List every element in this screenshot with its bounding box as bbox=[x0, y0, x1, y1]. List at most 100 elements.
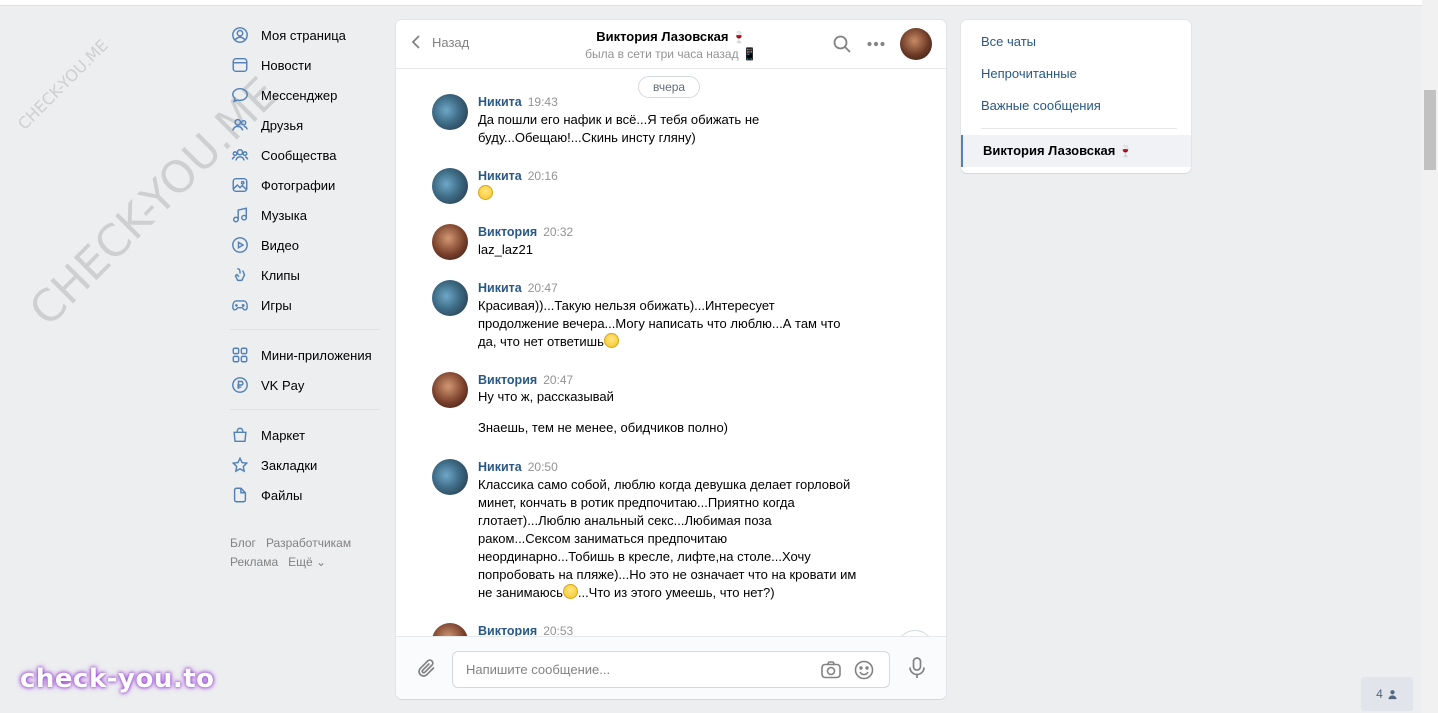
footer-link-blog[interactable]: Блог bbox=[230, 536, 256, 550]
nav-item-messenger[interactable]: Мессенджер bbox=[230, 80, 380, 110]
scrollbar-thumb[interactable] bbox=[1424, 90, 1436, 170]
page-scrollbar[interactable] bbox=[1422, 0, 1438, 713]
nav-item-games[interactable]: Игры bbox=[230, 290, 380, 320]
music-note-icon bbox=[230, 205, 250, 225]
nav-item-news[interactable]: Новости bbox=[230, 50, 380, 80]
smile-icon[interactable] bbox=[853, 659, 875, 681]
nav-item-bookmarks[interactable]: Закладки bbox=[230, 450, 380, 480]
message-author[interactable]: Виктория bbox=[478, 624, 537, 636]
message: Никита 19:43 Да пошли его нафик и всё...Я… bbox=[432, 94, 872, 147]
nav-item-my-page[interactable]: Моя страница bbox=[230, 20, 380, 50]
nav-item-mini-apps[interactable]: Мини-приложения bbox=[230, 340, 380, 370]
filter-all-chats[interactable]: Все чаты bbox=[961, 26, 1191, 58]
message-input[interactable] bbox=[453, 652, 793, 687]
message-text: laz_laz21 bbox=[478, 242, 533, 257]
nav-label: Клипы bbox=[261, 267, 300, 283]
nav-item-files[interactable]: Файлы bbox=[230, 480, 380, 510]
filters-separator bbox=[981, 128, 1177, 129]
message-time[interactable]: 20:16 bbox=[528, 169, 558, 183]
nav-item-vkpay[interactable]: VK Pay bbox=[230, 370, 380, 400]
footer-link-dev[interactable]: Разработчикам bbox=[266, 536, 351, 550]
avatar[interactable] bbox=[432, 168, 468, 204]
nav-separator bbox=[230, 409, 380, 410]
filter-unread[interactable]: Непрочитанные bbox=[961, 58, 1191, 90]
nav-item-market[interactable]: Маркет bbox=[230, 420, 380, 450]
message-history[interactable]: вчера Никита 19:43 Да пошли его нафик и в… bbox=[396, 69, 946, 636]
voice-message-button[interactable] bbox=[906, 656, 928, 683]
online-count: 4 bbox=[1376, 687, 1383, 701]
message-author[interactable]: Никита bbox=[478, 169, 522, 183]
clips-icon bbox=[230, 265, 250, 285]
avatar[interactable] bbox=[432, 459, 468, 495]
nav-label: Маркет bbox=[261, 427, 306, 443]
message-composer bbox=[396, 636, 946, 699]
filter-important[interactable]: Важные сообщения bbox=[961, 90, 1191, 122]
message-author[interactable]: Никита bbox=[478, 95, 522, 109]
wine-glass-icon: 🍷 bbox=[732, 32, 746, 44]
message-time[interactable]: 20:50 bbox=[528, 460, 558, 474]
nav-item-photos[interactable]: Фотографии bbox=[230, 170, 380, 200]
user-circle-icon bbox=[230, 25, 250, 45]
friends-icon bbox=[230, 115, 250, 135]
message-time[interactable]: 20:32 bbox=[543, 225, 573, 239]
nav-label: Друзья bbox=[261, 117, 304, 133]
smile-emoji-icon bbox=[562, 584, 578, 599]
nav-separator bbox=[230, 329, 380, 330]
chat-bubble-icon bbox=[230, 85, 250, 105]
footer-links: Блог Разработчикам Реклама Ещё ⌄ bbox=[230, 534, 380, 572]
chat-header: Назад Виктория Лазовская 🍷 была в сети т… bbox=[396, 20, 946, 69]
footer-link-ads[interactable]: Реклама bbox=[230, 555, 278, 569]
avatar[interactable] bbox=[432, 94, 468, 130]
online-friends-badge[interactable]: 4 bbox=[1361, 677, 1413, 711]
nav-label: Фотографии bbox=[261, 177, 336, 193]
nav-item-clips[interactable]: Клипы bbox=[230, 260, 380, 290]
file-icon bbox=[230, 485, 250, 505]
footer-link-more[interactable]: Ещё ⌄ bbox=[288, 555, 326, 569]
video-play-icon bbox=[230, 235, 250, 255]
microphone-icon bbox=[909, 657, 925, 678]
message-text bbox=[478, 185, 872, 203]
message-author[interactable]: Никита bbox=[478, 281, 522, 295]
attach-button[interactable] bbox=[416, 657, 438, 682]
nav-label: Новости bbox=[261, 57, 312, 73]
message-time[interactable]: 19:43 bbox=[528, 95, 558, 109]
wine-glass-icon: 🍷 bbox=[1118, 146, 1133, 158]
message: Никита 20:16 bbox=[432, 168, 872, 204]
chat-panel: Назад Виктория Лазовская 🍷 была в сети т… bbox=[396, 20, 946, 699]
active-conversation[interactable]: Виктория Лазовская 🍷 bbox=[961, 135, 1191, 167]
groups-icon bbox=[230, 145, 250, 165]
search-icon[interactable] bbox=[832, 34, 852, 54]
left-navigation: Моя страница Новости Мессенджер Друзья С… bbox=[230, 20, 380, 572]
message-time[interactable]: 20:47 bbox=[528, 281, 558, 295]
message-author[interactable]: Виктория bbox=[478, 225, 537, 239]
avatar[interactable] bbox=[432, 372, 468, 408]
nav-label: Мессенджер bbox=[261, 87, 338, 103]
message: Виктория 20:47 Ну что ж, рассказывай Знае… bbox=[432, 372, 872, 436]
message-time[interactable]: 20:47 bbox=[543, 373, 573, 387]
nav-label: Закладки bbox=[261, 457, 318, 473]
nav-label: Мини-приложения bbox=[261, 347, 372, 363]
flushed-emoji-icon bbox=[478, 185, 493, 200]
photo-icon bbox=[230, 175, 250, 195]
nav-item-friends[interactable]: Друзья bbox=[230, 110, 380, 140]
nav-item-video[interactable]: Видео bbox=[230, 230, 380, 260]
input-actions bbox=[809, 659, 875, 681]
peer-avatar[interactable] bbox=[900, 28, 932, 60]
avatar[interactable] bbox=[432, 623, 468, 636]
more-icon[interactable] bbox=[866, 34, 886, 54]
flushed-emoji-icon bbox=[603, 333, 619, 348]
camera-icon[interactable] bbox=[820, 659, 842, 681]
nav-label: Видео bbox=[261, 237, 299, 253]
conversation-filters: Все чаты Непрочитанные Важные сообщения … bbox=[961, 20, 1191, 173]
nav-item-music[interactable]: Музыка bbox=[230, 200, 380, 230]
news-icon bbox=[230, 55, 250, 75]
star-icon bbox=[230, 455, 250, 475]
message: Никита 20:47 Красивая))...Такую нельзя об… bbox=[432, 280, 872, 351]
message-author[interactable]: Никита bbox=[478, 460, 522, 474]
message-author[interactable]: Виктория bbox=[478, 373, 537, 387]
avatar[interactable] bbox=[432, 280, 468, 316]
message-time[interactable]: 20:53 bbox=[543, 624, 573, 636]
nav-item-groups[interactable]: Сообщества bbox=[230, 140, 380, 170]
avatar[interactable] bbox=[432, 224, 468, 260]
vkpay-icon bbox=[230, 375, 250, 395]
